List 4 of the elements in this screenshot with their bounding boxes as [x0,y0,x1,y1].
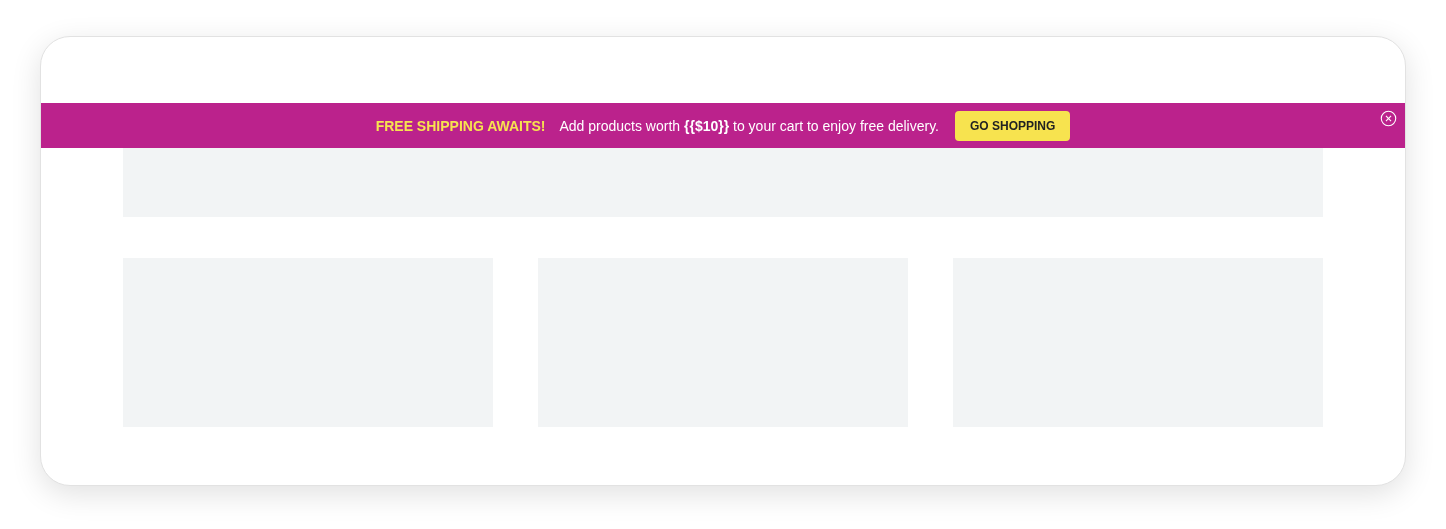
close-icon[interactable] [1380,110,1397,127]
banner-headline: FREE SHIPPING AWAITS! [375,117,546,134]
go-shopping-button[interactable]: GO SHOPPING [955,110,1071,141]
banner-message: Add products worth {{$10}} to your cart to enjoy free delivery. [559,117,939,134]
